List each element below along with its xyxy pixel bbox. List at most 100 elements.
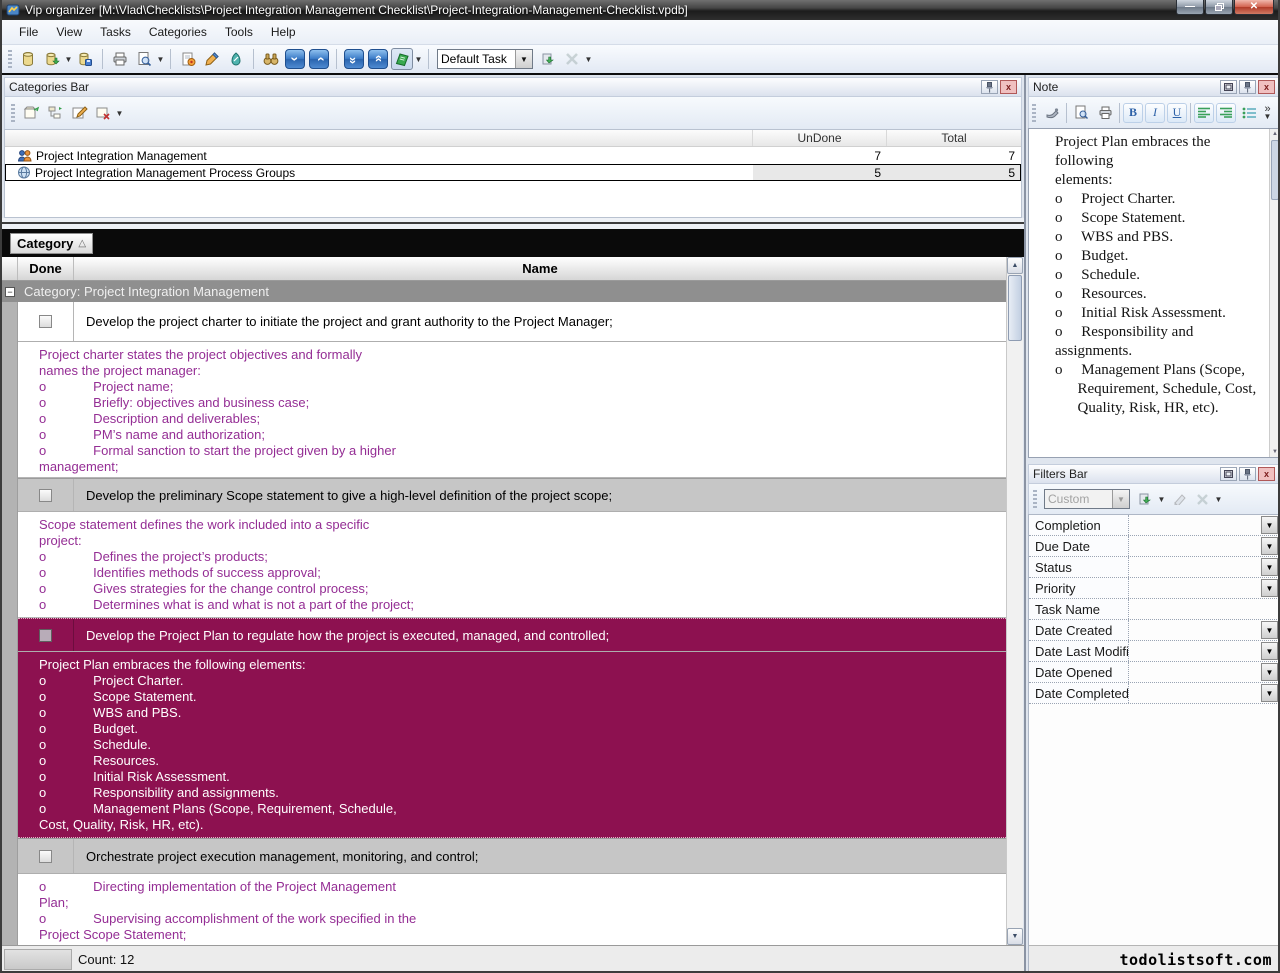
- category-group-button[interactable]: Category △: [10, 233, 93, 254]
- align-left-button[interactable]: [1194, 103, 1214, 123]
- filter-dropdown-button[interactable]: ▼: [1261, 558, 1278, 576]
- new-task-button[interactable]: [177, 48, 199, 70]
- restore-button[interactable]: [1205, 0, 1233, 15]
- vertical-splitter[interactable]: [1024, 75, 1026, 973]
- categories-close-button[interactable]: x: [1000, 80, 1017, 94]
- menu-item-view[interactable]: View: [47, 21, 91, 43]
- filter-dropdown-button[interactable]: ▼: [1261, 642, 1278, 660]
- task-checkbox[interactable]: [39, 315, 52, 328]
- edit-task-button[interactable]: [201, 48, 223, 70]
- show-notes-toggle-button[interactable]: [391, 48, 413, 70]
- filter-dropdown-button[interactable]: ▼: [1261, 684, 1278, 702]
- total-column-header[interactable]: Total: [887, 130, 1021, 146]
- task-type-combobox[interactable]: Default Task ▼: [437, 49, 533, 69]
- task-row-selected[interactable]: Develop the Project Plan to regulate how…: [18, 618, 1006, 652]
- task-checkbox[interactable]: [39, 850, 52, 863]
- move-to-top-button[interactable]: »: [368, 49, 388, 69]
- note-scroll-down-button[interactable]: ▼: [1270, 447, 1280, 457]
- print-preview-button[interactable]: [133, 48, 155, 70]
- filter-value-cell[interactable]: [1129, 578, 1279, 598]
- move-up-button[interactable]: ›: [309, 49, 329, 69]
- note-close-button[interactable]: x: [1258, 80, 1275, 94]
- move-to-bottom-button[interactable]: »: [344, 49, 364, 69]
- bold-button[interactable]: B: [1123, 103, 1143, 123]
- toolbar-grip[interactable]: [8, 50, 12, 68]
- note-toolbar-overflow[interactable]: »▼: [1263, 106, 1272, 120]
- toolbar-overflow[interactable]: ▼: [584, 55, 593, 64]
- task-row[interactable]: Orchestrate project execution management…: [18, 838, 1006, 874]
- note-toolbar-grip[interactable]: [1032, 104, 1036, 122]
- align-right-button[interactable]: [1216, 103, 1236, 123]
- cancel-button[interactable]: [561, 48, 583, 70]
- note-preview-button[interactable]: [1070, 102, 1092, 124]
- notes-dropdown[interactable]: ▼: [414, 55, 423, 64]
- edit-category-button[interactable]: [68, 102, 90, 124]
- move-down-button[interactable]: ›: [285, 49, 305, 69]
- filter-dropdown-button[interactable]: ▼: [1261, 537, 1278, 555]
- open-database-button[interactable]: [41, 48, 63, 70]
- apply-task-type-button[interactable]: [537, 48, 559, 70]
- open-database-dropdown[interactable]: ▼: [64, 55, 73, 64]
- filters-restore-button[interactable]: [1220, 467, 1237, 481]
- filter-value-cell[interactable]: [1129, 620, 1279, 640]
- filter-value-cell[interactable]: [1129, 557, 1279, 577]
- filter-dropdown-button[interactable]: ▼: [1261, 579, 1278, 597]
- category-row-selected[interactable]: Project Integration Management Process G…: [5, 164, 1021, 181]
- italic-button[interactable]: I: [1145, 103, 1165, 123]
- new-category-button[interactable]: [20, 102, 42, 124]
- scroll-up-button[interactable]: ▲: [1007, 257, 1023, 274]
- categories-pin-button[interactable]: [981, 80, 998, 94]
- new-database-button[interactable]: [17, 48, 39, 70]
- filter-dropdown-button[interactable]: ▼: [1261, 663, 1278, 681]
- collapse-icon[interactable]: −: [5, 287, 15, 297]
- menu-item-tasks[interactable]: Tasks: [91, 21, 140, 43]
- categories-toolbar-overflow[interactable]: ▼: [115, 109, 124, 118]
- note-scroll-thumb[interactable]: [1271, 140, 1279, 200]
- underline-button[interactable]: U: [1167, 103, 1187, 123]
- category-group-row[interactable]: − Category: Project Integration Manageme…: [2, 281, 1006, 302]
- filter-dropdown-button[interactable]: ▼: [1261, 516, 1278, 534]
- filter-preset-dropdown[interactable]: ▼: [1112, 490, 1129, 508]
- filter-value-cell[interactable]: [1129, 536, 1279, 556]
- task-checkbox[interactable]: [39, 489, 52, 502]
- filter-value-cell[interactable]: [1129, 599, 1279, 619]
- menu-item-file[interactable]: File: [10, 21, 47, 43]
- note-editor[interactable]: Project Plan embraces the following elem…: [1028, 128, 1280, 458]
- task-checkbox[interactable]: [39, 629, 52, 642]
- clear-filter-button[interactable]: [1167, 488, 1189, 510]
- print-dropdown[interactable]: ▼: [156, 55, 165, 64]
- filter-value-cell[interactable]: [1129, 641, 1279, 661]
- close-button[interactable]: ✕: [1234, 0, 1274, 15]
- task-row[interactable]: Develop the preliminary Scope statement …: [18, 478, 1006, 512]
- menu-item-tools[interactable]: Tools: [216, 21, 262, 43]
- note-pin-button[interactable]: [1239, 80, 1256, 94]
- horizontal-splitter[interactable]: [2, 218, 1024, 229]
- task-type-dropdown[interactable]: ▼: [515, 50, 532, 68]
- filters-close-button[interactable]: x: [1258, 467, 1275, 481]
- filter-value-cell[interactable]: [1129, 515, 1279, 535]
- filters-toolbar-grip[interactable]: [1033, 490, 1037, 508]
- delete-category-button[interactable]: [92, 102, 114, 124]
- menu-item-help[interactable]: Help: [262, 21, 305, 43]
- print-button[interactable]: [109, 48, 131, 70]
- save-database-button[interactable]: [74, 48, 96, 70]
- note-hyperlink-button[interactable]: [1041, 102, 1063, 124]
- filters-pin-button[interactable]: [1239, 467, 1256, 481]
- scrollbar-thumb[interactable]: [1008, 275, 1022, 341]
- name-column-header[interactable]: Name: [74, 257, 1006, 280]
- categories-toolbar-grip[interactable]: [11, 104, 15, 122]
- category-name-column-header[interactable]: [5, 130, 753, 146]
- undone-column-header[interactable]: UnDone: [753, 130, 887, 146]
- task-row[interactable]: Develop the project charter to initiate …: [18, 302, 1006, 342]
- filters-toolbar-overflow[interactable]: ▼: [1214, 495, 1223, 504]
- filter-preset-combobox[interactable]: Custom ▼: [1044, 489, 1130, 509]
- save-filter-dropdown[interactable]: ▼: [1157, 495, 1166, 504]
- filter-value-cell[interactable]: [1129, 683, 1279, 703]
- done-column-header[interactable]: Done: [18, 257, 74, 280]
- grid-vertical-scrollbar[interactable]: ▲ ▼: [1006, 257, 1023, 945]
- note-restore-button[interactable]: [1220, 80, 1237, 94]
- category-row[interactable]: Project Integration Management 7 7: [5, 147, 1021, 164]
- scroll-down-button[interactable]: ▼: [1007, 928, 1023, 945]
- note-print-button[interactable]: [1094, 102, 1116, 124]
- delete-filter-button[interactable]: [1191, 488, 1213, 510]
